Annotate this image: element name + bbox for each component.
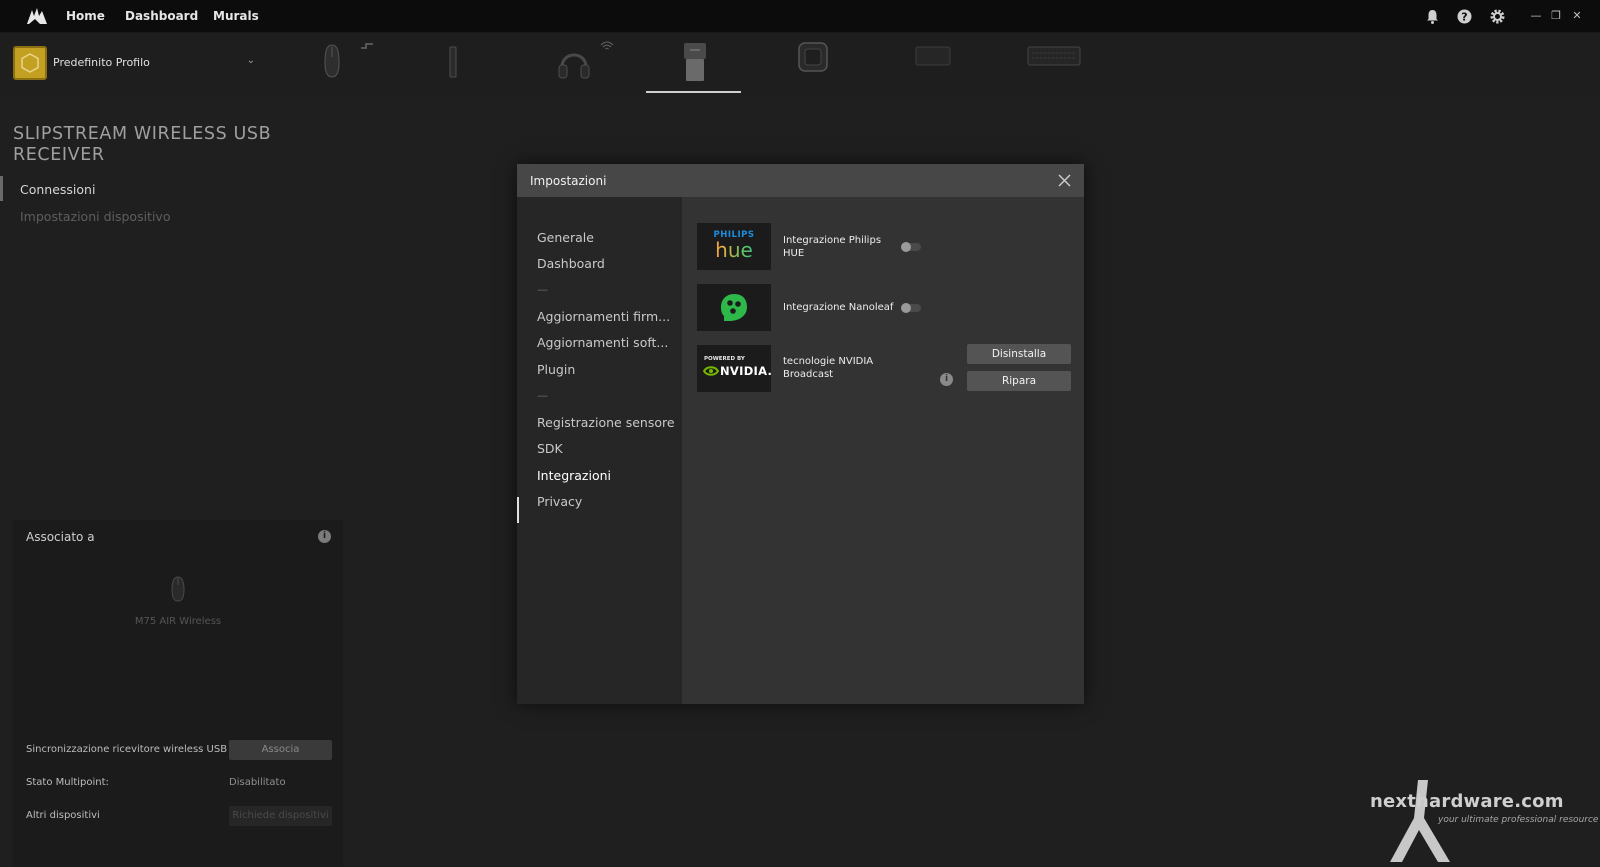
- sidebar-item-privacy[interactable]: Privacy: [537, 494, 582, 509]
- request-devices-button[interactable]: Richiede dispositivi: [229, 806, 332, 826]
- minimize-icon[interactable]: —: [1529, 9, 1543, 23]
- usb-dongle-device-icon[interactable]: [448, 41, 458, 81]
- philips-hue-label: Integrazione Philips HUE: [783, 235, 882, 259]
- philips-hue-logo: PHILIPS hue: [697, 223, 771, 270]
- mouse-device-icon[interactable]: [322, 41, 342, 81]
- profile-selector[interactable]: Predefinito Profilo ⌄: [13, 46, 263, 80]
- left-nav-connessioni[interactable]: Connessioni: [20, 182, 95, 197]
- device-title: SLIPSTREAM WIRELESS USB RECEIVER: [13, 124, 272, 165]
- close-icon[interactable]: [1057, 173, 1072, 188]
- multipoint-value: Disabilitato: [229, 777, 286, 788]
- watermark-text: nexthardware.com: [1370, 791, 1564, 812]
- sidebar-item-plugin[interactable]: Plugin: [537, 362, 575, 377]
- associa-button[interactable]: Associa: [229, 740, 332, 760]
- nvidia-broadcast-logo: POWERED BY NVIDIA.: [697, 345, 772, 392]
- chevron-down-icon: ⌄: [246, 55, 255, 66]
- sidebar-active-indicator: [517, 497, 519, 523]
- gear-icon[interactable]: [1489, 8, 1506, 25]
- sidebar-item-dashboard[interactable]: Dashboard: [537, 256, 605, 271]
- settings-dialog: Impostazioni Generale Dashboard — Aggior…: [517, 164, 1084, 704]
- nanoleaf-toggle[interactable]: [901, 303, 921, 313]
- sidebar-separator: —: [537, 283, 548, 296]
- associated-title: Associato a: [26, 530, 95, 544]
- associated-panel: Associato a i M75 AIR Wireless Sincroniz…: [13, 520, 343, 867]
- hub-device-icon[interactable]: [797, 41, 829, 73]
- device-strip: Predefinito Profilo ⌄: [0, 33, 1600, 95]
- device-6-icon[interactable]: [914, 41, 952, 69]
- corsair-logo: [27, 8, 47, 24]
- philips-hue-toggle[interactable]: [901, 242, 921, 252]
- left-nav-impostazioni-dispositivo[interactable]: Impostazioni dispositivo: [20, 209, 170, 224]
- svg-text:?: ?: [1461, 11, 1467, 24]
- slipstream-receiver-device-icon[interactable]: [680, 41, 710, 85]
- nav-dashboard[interactable]: Dashboard: [125, 0, 198, 33]
- wired-icon: [361, 43, 373, 49]
- multipoint-label: Stato Multipoint:: [26, 777, 109, 788]
- uninstall-button[interactable]: Disinstalla: [967, 344, 1071, 364]
- restore-icon[interactable]: ❐: [1549, 9, 1563, 23]
- help-icon[interactable]: ?: [1456, 8, 1473, 25]
- repair-button[interactable]: Ripara: [967, 371, 1071, 391]
- info-icon[interactable]: i: [318, 530, 331, 543]
- profile-icon: [13, 46, 47, 80]
- other-devices-label: Altri dispositivi: [26, 810, 100, 821]
- profile-label: Predefinito Profilo: [53, 56, 150, 69]
- sidebar-item-sensor-logging[interactable]: Registrazione sensore: [537, 415, 675, 430]
- settings-sidebar: Generale Dashboard — Aggiornamenti firm.…: [517, 197, 682, 704]
- left-nav-active-indicator: [0, 176, 3, 201]
- sidebar-item-sdk[interactable]: SDK: [537, 441, 563, 456]
- bell-icon[interactable]: [1424, 8, 1441, 25]
- dialog-header: Impostazioni: [517, 164, 1084, 197]
- sync-label: Sincronizzazione ricevitore wireless USB: [26, 744, 228, 755]
- active-device-underline: [646, 91, 741, 93]
- keyboard-device-icon[interactable]: [1026, 41, 1082, 69]
- nvidia-eye-icon: [703, 366, 719, 376]
- headset-device-icon[interactable]: [557, 41, 591, 85]
- nav-murals[interactable]: Murals: [213, 0, 259, 33]
- dialog-title: Impostazioni: [530, 174, 607, 188]
- nanoleaf-label: Integrazione Nanoleaf: [783, 302, 894, 313]
- nvidia-broadcast-label: tecnologie NVIDIA Broadcast: [783, 356, 874, 380]
- associated-device-name: M75 AIR Wireless: [134, 616, 222, 627]
- sidebar-item-firmware-updates[interactable]: Aggiornamenti firm...: [537, 309, 670, 324]
- sidebar-separator: —: [537, 389, 548, 402]
- nanoleaf-icon: [721, 294, 747, 321]
- watermark: nexthardware.com your ultimate professio…: [1370, 778, 1598, 864]
- watermark-subtitle: your ultimate professional resource: [1438, 815, 1599, 825]
- info-icon[interactable]: i: [940, 373, 953, 386]
- sidebar-item-integrazioni[interactable]: Integrazioni: [537, 468, 611, 483]
- sidebar-item-software-updates[interactable]: Aggiornamenti soft...: [537, 335, 668, 350]
- top-bar: Home Dashboard Murals ? — ❐ ✕: [0, 0, 1600, 33]
- sidebar-item-generale[interactable]: Generale: [537, 230, 594, 245]
- wifi-icon: [600, 41, 614, 50]
- mouse-icon: [171, 576, 185, 602]
- nav-home[interactable]: Home: [66, 0, 105, 33]
- nanoleaf-logo: [697, 284, 771, 331]
- close-icon[interactable]: ✕: [1570, 9, 1584, 23]
